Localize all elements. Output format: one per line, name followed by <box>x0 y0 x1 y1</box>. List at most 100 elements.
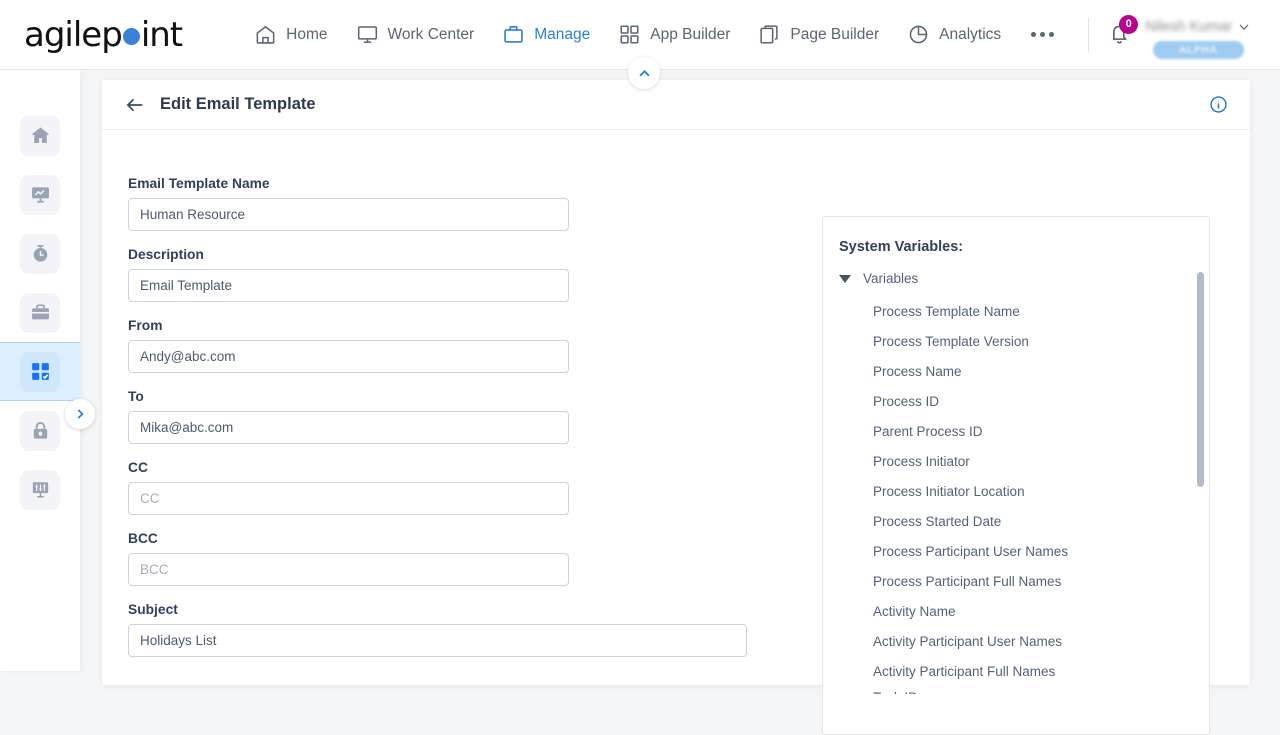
variable-item[interactable]: Process Participant User Names <box>873 536 1209 566</box>
label-cc: CC <box>128 460 148 475</box>
home-icon <box>20 115 60 156</box>
sidebar-item-settings[interactable] <box>0 460 80 519</box>
subject-input[interactable] <box>128 624 747 657</box>
system-variables-title: System Variables: <box>839 239 964 255</box>
notifications-button[interactable]: 0 <box>1107 14 1139 51</box>
system-variables-panel: System Variables: Variables Process Temp… <box>822 216 1210 735</box>
sidebar-item-work[interactable] <box>0 283 80 342</box>
arrow-left-icon[interactable] <box>124 94 146 116</box>
logo-text-left: agilep <box>24 14 123 55</box>
variable-item[interactable]: Process Initiator <box>873 446 1209 476</box>
variable-item[interactable]: Parent Process ID <box>873 416 1209 446</box>
caret-down-icon <box>839 274 851 283</box>
field-group-to: To <box>128 389 822 444</box>
header-divider <box>1088 17 1090 52</box>
more-dot-3-icon <box>1049 32 1055 37</box>
environment-badge: ALPHA <box>1152 40 1244 59</box>
nav-item-work-center-label: Work Center <box>387 25 475 43</box>
page-header: Edit Email Template <box>102 80 1250 130</box>
variables-scrollbar-thumb[interactable] <box>1197 272 1204 487</box>
grid-icon <box>618 23 641 46</box>
variable-item[interactable]: Process Participant Full Names <box>873 566 1209 596</box>
variable-item[interactable]: Process Initiator Location <box>873 476 1209 506</box>
nav-item-home-label: Home <box>286 25 328 43</box>
field-group-cc: CC <box>128 460 822 515</box>
variable-item[interactable]: Process Template Version <box>873 326 1209 356</box>
label-email-template-name: Email Template Name <box>128 176 270 191</box>
variables-tree-root[interactable]: Variables <box>823 267 1209 290</box>
sidebar-item-timer[interactable] <box>0 224 80 283</box>
nav-item-manage-label: Manage <box>534 25 591 43</box>
user-menu: Nilesh Kumar ALPHA <box>1145 19 1251 59</box>
nav-item-analytics-label: Analytics <box>939 25 1002 43</box>
field-group-description: Description <box>128 247 822 302</box>
monitor-chart-icon <box>20 174 60 215</box>
variable-item[interactable]: Process Started Date <box>873 506 1209 536</box>
label-description: Description <box>128 247 204 262</box>
nav-more-button[interactable] <box>1015 22 1070 47</box>
variable-item[interactable]: Process Template Name <box>873 296 1209 326</box>
home-icon <box>254 23 277 46</box>
variable-item[interactable]: Process ID <box>873 386 1209 416</box>
field-group-email-template-name: Email Template Name <box>128 176 822 231</box>
label-from: From <box>128 318 163 333</box>
lock-icon <box>20 410 60 451</box>
main-navigation: Home Work Center Manage App Builder Page… <box>240 17 1070 52</box>
chevron-up-icon <box>638 69 650 76</box>
briefcase-icon <box>20 292 60 333</box>
sidebar-item-app-builder[interactable] <box>0 342 80 401</box>
info-circle-icon[interactable] <box>1209 95 1228 114</box>
pages-icon <box>758 23 781 46</box>
pie-chart-icon <box>907 23 930 46</box>
monitor-icon <box>356 23 379 46</box>
nav-item-analytics[interactable]: Analytics <box>893 17 1015 52</box>
email-template-name-input[interactable] <box>128 198 569 231</box>
expand-sidebar-button[interactable] <box>65 399 95 429</box>
sidebar-item-home[interactable] <box>0 106 80 165</box>
left-sidebar <box>0 70 95 671</box>
logo-text-right: int <box>140 14 183 55</box>
chevron-right-icon <box>77 409 84 419</box>
nav-item-app-builder[interactable]: App Builder <box>604 17 744 52</box>
variable-item[interactable]: Activity Participant Full Names <box>873 656 1209 686</box>
more-dot-1-icon <box>1031 32 1037 37</box>
nav-item-page-builder-label: Page Builder <box>790 25 880 43</box>
nav-item-app-builder-label: App Builder <box>650 25 731 43</box>
field-group-subject: Subject <box>128 602 822 657</box>
variable-item[interactable]: Activity Participant User Names <box>873 626 1209 656</box>
user-name-label: Nilesh Kumar <box>1145 18 1233 35</box>
variables-list: Process Template Name Process Template V… <box>823 290 1209 695</box>
user-zone: 0 Nilesh Kumar ALPHA <box>1107 11 1251 59</box>
variable-item[interactable]: Activity Name <box>873 596 1209 626</box>
sidebar-item-analytics[interactable] <box>0 165 80 224</box>
from-input[interactable] <box>128 340 569 373</box>
collapse-header-button[interactable] <box>628 57 660 89</box>
variable-item[interactable]: Process Name <box>873 356 1209 386</box>
to-input[interactable] <box>128 411 569 444</box>
agilepoint-logo[interactable]: agilep int <box>24 14 183 55</box>
more-dot-2-icon <box>1040 32 1046 37</box>
email-template-form: Email Template Name Description From To … <box>102 176 822 673</box>
nav-item-page-builder[interactable]: Page Builder <box>744 17 893 52</box>
description-input[interactable] <box>128 269 569 302</box>
stopwatch-icon <box>20 233 60 274</box>
page-title: Edit Email Template <box>160 95 316 113</box>
variable-item[interactable]: Task ID <box>873 686 1209 694</box>
bcc-input[interactable] <box>128 553 569 586</box>
field-group-from: From <box>128 318 822 373</box>
variables-root-label: Variables <box>863 271 919 286</box>
nav-item-work-center[interactable]: Work Center <box>342 17 489 52</box>
field-group-bcc: BCC <box>128 531 822 586</box>
grid-check-icon <box>20 351 60 392</box>
user-menu-button[interactable]: Nilesh Kumar <box>1145 19 1251 35</box>
label-bcc: BCC <box>128 531 158 546</box>
sliders-icon <box>20 469 60 510</box>
cc-input[interactable] <box>128 482 569 515</box>
label-subject: Subject <box>128 602 178 617</box>
briefcase-icon <box>502 23 525 46</box>
nav-item-home[interactable]: Home <box>240 17 341 52</box>
nav-item-manage[interactable]: Manage <box>488 17 604 52</box>
label-to: To <box>128 389 144 404</box>
main-content-card: Edit Email Template Email Template Name … <box>102 80 1250 735</box>
notification-badge: 0 <box>1119 14 1139 34</box>
